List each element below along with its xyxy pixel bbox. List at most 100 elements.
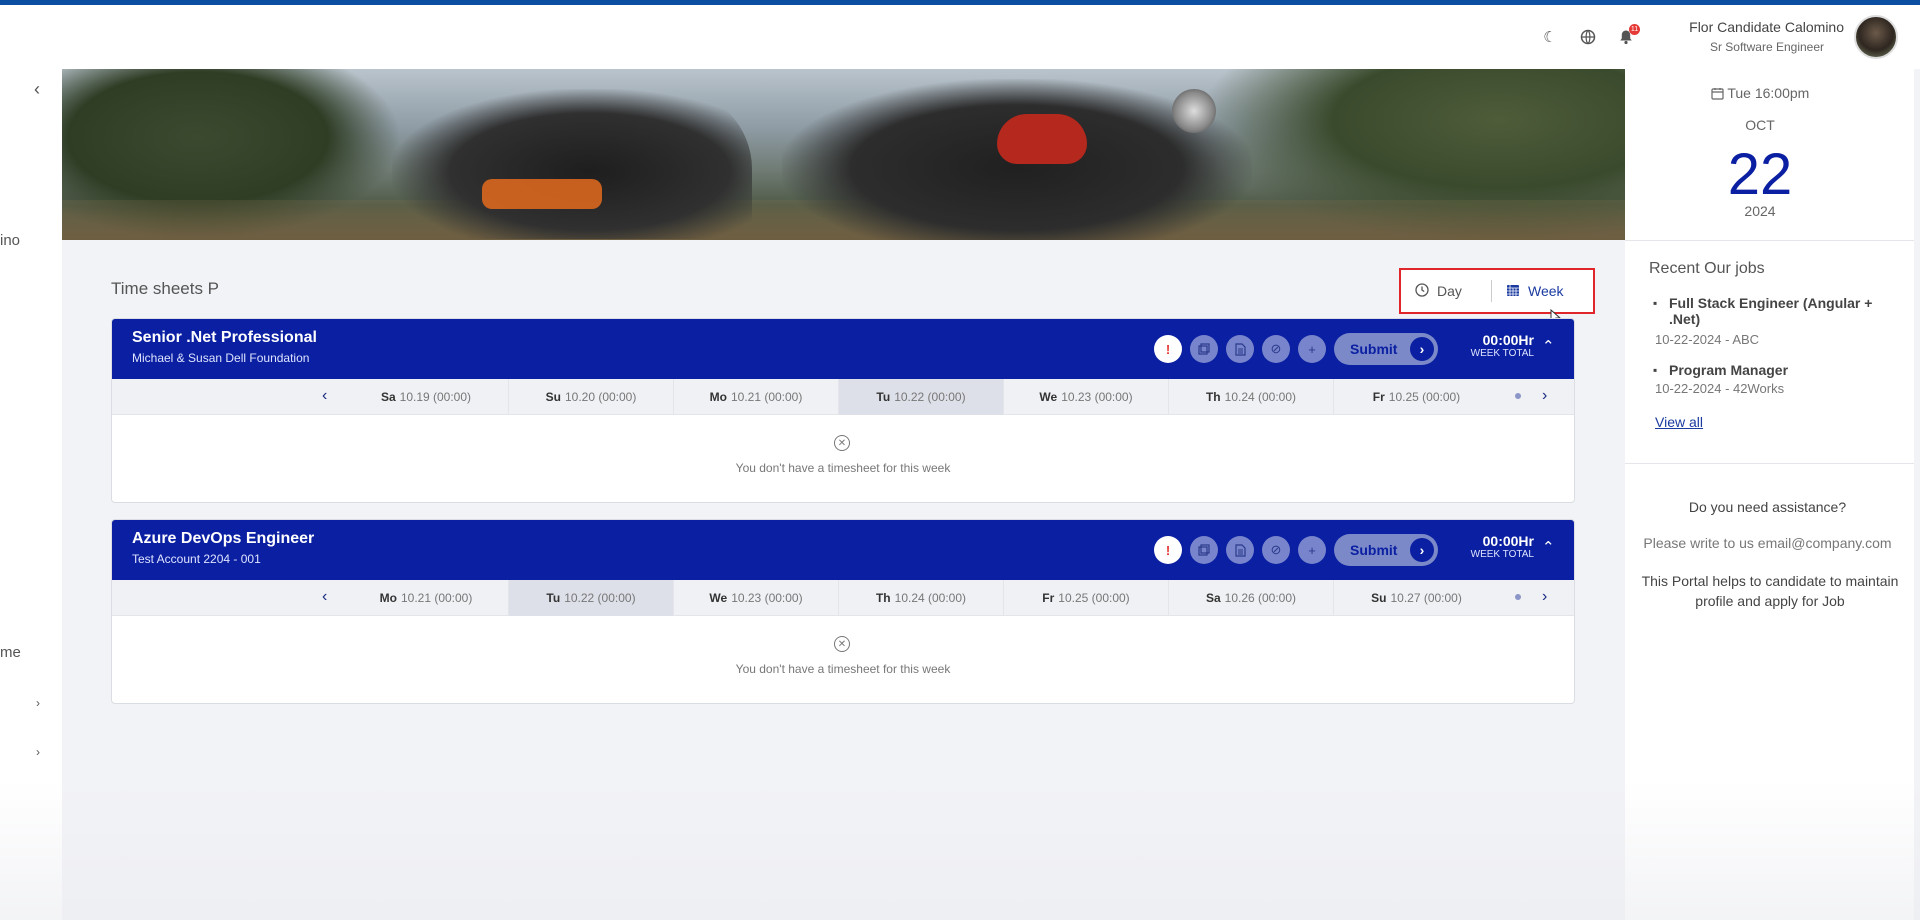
divider: [1625, 240, 1920, 241]
calendar-icon: [1506, 283, 1520, 300]
week-days-row: ‹ Sa 10.19 (00:00) Su 10.20 (00:00) Mo 10.2…: [112, 379, 1574, 415]
assistance-title: Do you need assistance?: [1688, 499, 1847, 515]
timesheet-subtitle: Test Account 2204 - 001: [132, 552, 261, 566]
banner-image: [62, 69, 1625, 240]
empty-state: ✕ You don't have a timesheet for this we…: [112, 616, 1574, 703]
alert-icon[interactable]: !: [1154, 536, 1182, 564]
week-view-label: Week: [1528, 283, 1564, 299]
timesheet-header: Senior .Net Professional Michael & Susan…: [112, 319, 1574, 379]
clock-icon: [1415, 282, 1429, 300]
day-tab[interactable]: Su 10.27 (00:00): [1334, 580, 1499, 616]
moon-icon[interactable]: ☾: [1540, 27, 1560, 47]
calendar-year: 2024: [1744, 203, 1776, 219]
recent-jobs-title: Recent Our jobs: [1649, 260, 1765, 277]
user-role: Sr Software Engineer: [1709, 40, 1824, 54]
day-tab[interactable]: Th 10.24 (00:00): [1169, 379, 1334, 415]
calendar-day: 22: [1727, 142, 1793, 207]
day-tab[interactable]: Mo 10.21 (00:00): [674, 379, 839, 415]
empty-state-text: You don't have a timesheet for this week: [735, 461, 951, 475]
main-content: Time sheets P Day Week Senior .Net Profe…: [62, 69, 1625, 920]
day-tab[interactable]: We 10.23 (00:00): [1004, 379, 1169, 415]
sidebar-item-fragment[interactable]: me: [0, 644, 21, 661]
day-tab[interactable]: Fr 10.25 (00:00): [1334, 379, 1499, 415]
chevron-right-icon: ›: [1410, 538, 1434, 562]
day-tab-current[interactable]: Tu 10.22 (00:00): [509, 580, 674, 616]
day-tab[interactable]: Su 10.20 (00:00): [509, 379, 674, 415]
job-item-title[interactable]: ▪ Program Manager: [1653, 362, 1880, 378]
user-name[interactable]: Flor Candidate Calomino: [1689, 19, 1844, 35]
sidebar-collapse-icon[interactable]: ‹: [34, 79, 40, 100]
block-icon[interactable]: ⊘: [1262, 335, 1290, 363]
add-icon[interactable]: +: [1298, 536, 1326, 564]
job-item-title[interactable]: ▪ Full Stack Engineer (Angular + .Net): [1653, 295, 1880, 327]
right-panel: Tue 16:00pm OCT 22 2024 Recent Our jobs …: [1625, 69, 1920, 920]
day-tab[interactable]: Sa 10.26 (00:00): [1169, 580, 1334, 616]
divider: [1625, 463, 1920, 464]
view-all-link[interactable]: View all: [1655, 414, 1703, 430]
sidebar-user-fragment: ino: [0, 232, 21, 249]
submit-label: Submit: [1350, 542, 1398, 558]
week-view-button[interactable]: Week: [1492, 283, 1578, 300]
chevron-right-icon[interactable]: ›: [1542, 588, 1547, 606]
timesheet-card: Senior .Net Professional Michael & Susan…: [111, 318, 1575, 503]
copy-icon[interactable]: [1190, 335, 1218, 363]
briefcase-icon: ▪: [1653, 296, 1658, 310]
assistance-email[interactable]: Please write to us email@company.com: [1625, 535, 1910, 551]
datetime-text: Tue 16:00pm: [1727, 85, 1810, 101]
day-tab[interactable]: Mo 10.21 (00:00): [344, 580, 509, 616]
day-tab[interactable]: We 10.23 (00:00): [674, 580, 839, 616]
week-total: 00:00Hr WEEK TOTAL: [1458, 533, 1534, 560]
status-dot: [1515, 393, 1521, 399]
submit-button[interactable]: Submit ›: [1334, 333, 1438, 365]
document-icon[interactable]: [1226, 335, 1254, 363]
globe-icon[interactable]: [1578, 27, 1598, 47]
day-tab-current[interactable]: Tu 10.22 (00:00): [839, 379, 1004, 415]
timesheet-subtitle: Michael & Susan Dell Foundation: [132, 351, 310, 365]
block-icon[interactable]: ⊘: [1262, 536, 1290, 564]
page-title: Time sheets P: [111, 279, 220, 298]
week-total-label: WEEK TOTAL: [1470, 549, 1534, 560]
submit-label: Submit: [1350, 341, 1398, 357]
chevron-left-icon[interactable]: ‹: [322, 387, 327, 405]
chevron-right-icon[interactable]: ›: [36, 696, 40, 710]
chevron-right-icon[interactable]: ›: [1542, 387, 1547, 405]
job-item-meta: 10-22-2024 - 42Works: [1655, 381, 1785, 396]
day-tab[interactable]: Fr 10.25 (00:00): [1004, 580, 1169, 616]
current-datetime: Tue 16:00pm: [1625, 85, 1895, 101]
day-view-button[interactable]: Day: [1401, 282, 1491, 300]
notification-badge: 11: [1629, 24, 1640, 35]
document-icon[interactable]: [1226, 536, 1254, 564]
add-icon[interactable]: +: [1298, 335, 1326, 363]
assistance-text: This Portal helps to candidate to mainta…: [1641, 573, 1899, 609]
day-tab[interactable]: Sa 10.19 (00:00): [344, 379, 509, 415]
avatar[interactable]: [1854, 15, 1898, 59]
sidebar: ‹ ino me › ›: [0, 69, 62, 920]
week-total: 00:00Hr WEEK TOTAL: [1458, 332, 1534, 359]
week-total-label: WEEK TOTAL: [1470, 348, 1534, 359]
week-total-value: 00:00Hr: [1482, 533, 1534, 549]
calendar-icon: [1711, 85, 1728, 101]
panel-edge: [1914, 69, 1920, 920]
empty-state-text: You don't have a timesheet for this week: [735, 662, 951, 676]
status-dot: [1515, 594, 1521, 600]
close-circle-icon: ✕: [834, 636, 850, 652]
submit-button[interactable]: Submit ›: [1334, 534, 1438, 566]
timesheet-card: Azure DevOps Engineer Test Account 2204 …: [111, 519, 1575, 704]
chevron-up-icon[interactable]: ⌃: [1542, 337, 1555, 355]
job-item-meta: 10-22-2024 - ABC: [1655, 332, 1760, 347]
chevron-up-icon[interactable]: ⌃: [1542, 538, 1555, 556]
calendar-month: OCT: [1745, 117, 1775, 133]
day-view-label: Day: [1437, 283, 1462, 299]
copy-icon[interactable]: [1190, 536, 1218, 564]
chevron-right-icon: ›: [1410, 337, 1434, 361]
alert-icon[interactable]: !: [1154, 335, 1182, 363]
week-days-row: ‹ Mo 10.21 (00:00) Tu 10.22 (00:00) We 10.2…: [112, 580, 1574, 616]
bell-icon[interactable]: 11: [1616, 24, 1640, 47]
day-tab[interactable]: Th 10.24 (00:00): [839, 580, 1004, 616]
view-toggle: Day Week: [1399, 268, 1595, 314]
timesheet-title: Senior .Net Professional: [132, 329, 317, 346]
timesheet-title: Azure DevOps Engineer: [132, 530, 315, 547]
chevron-left-icon[interactable]: ‹: [322, 588, 327, 606]
chevron-right-icon[interactable]: ›: [36, 745, 40, 759]
header: ☾ 11 Flor Candidate Calomino Sr Software…: [0, 5, 1920, 69]
